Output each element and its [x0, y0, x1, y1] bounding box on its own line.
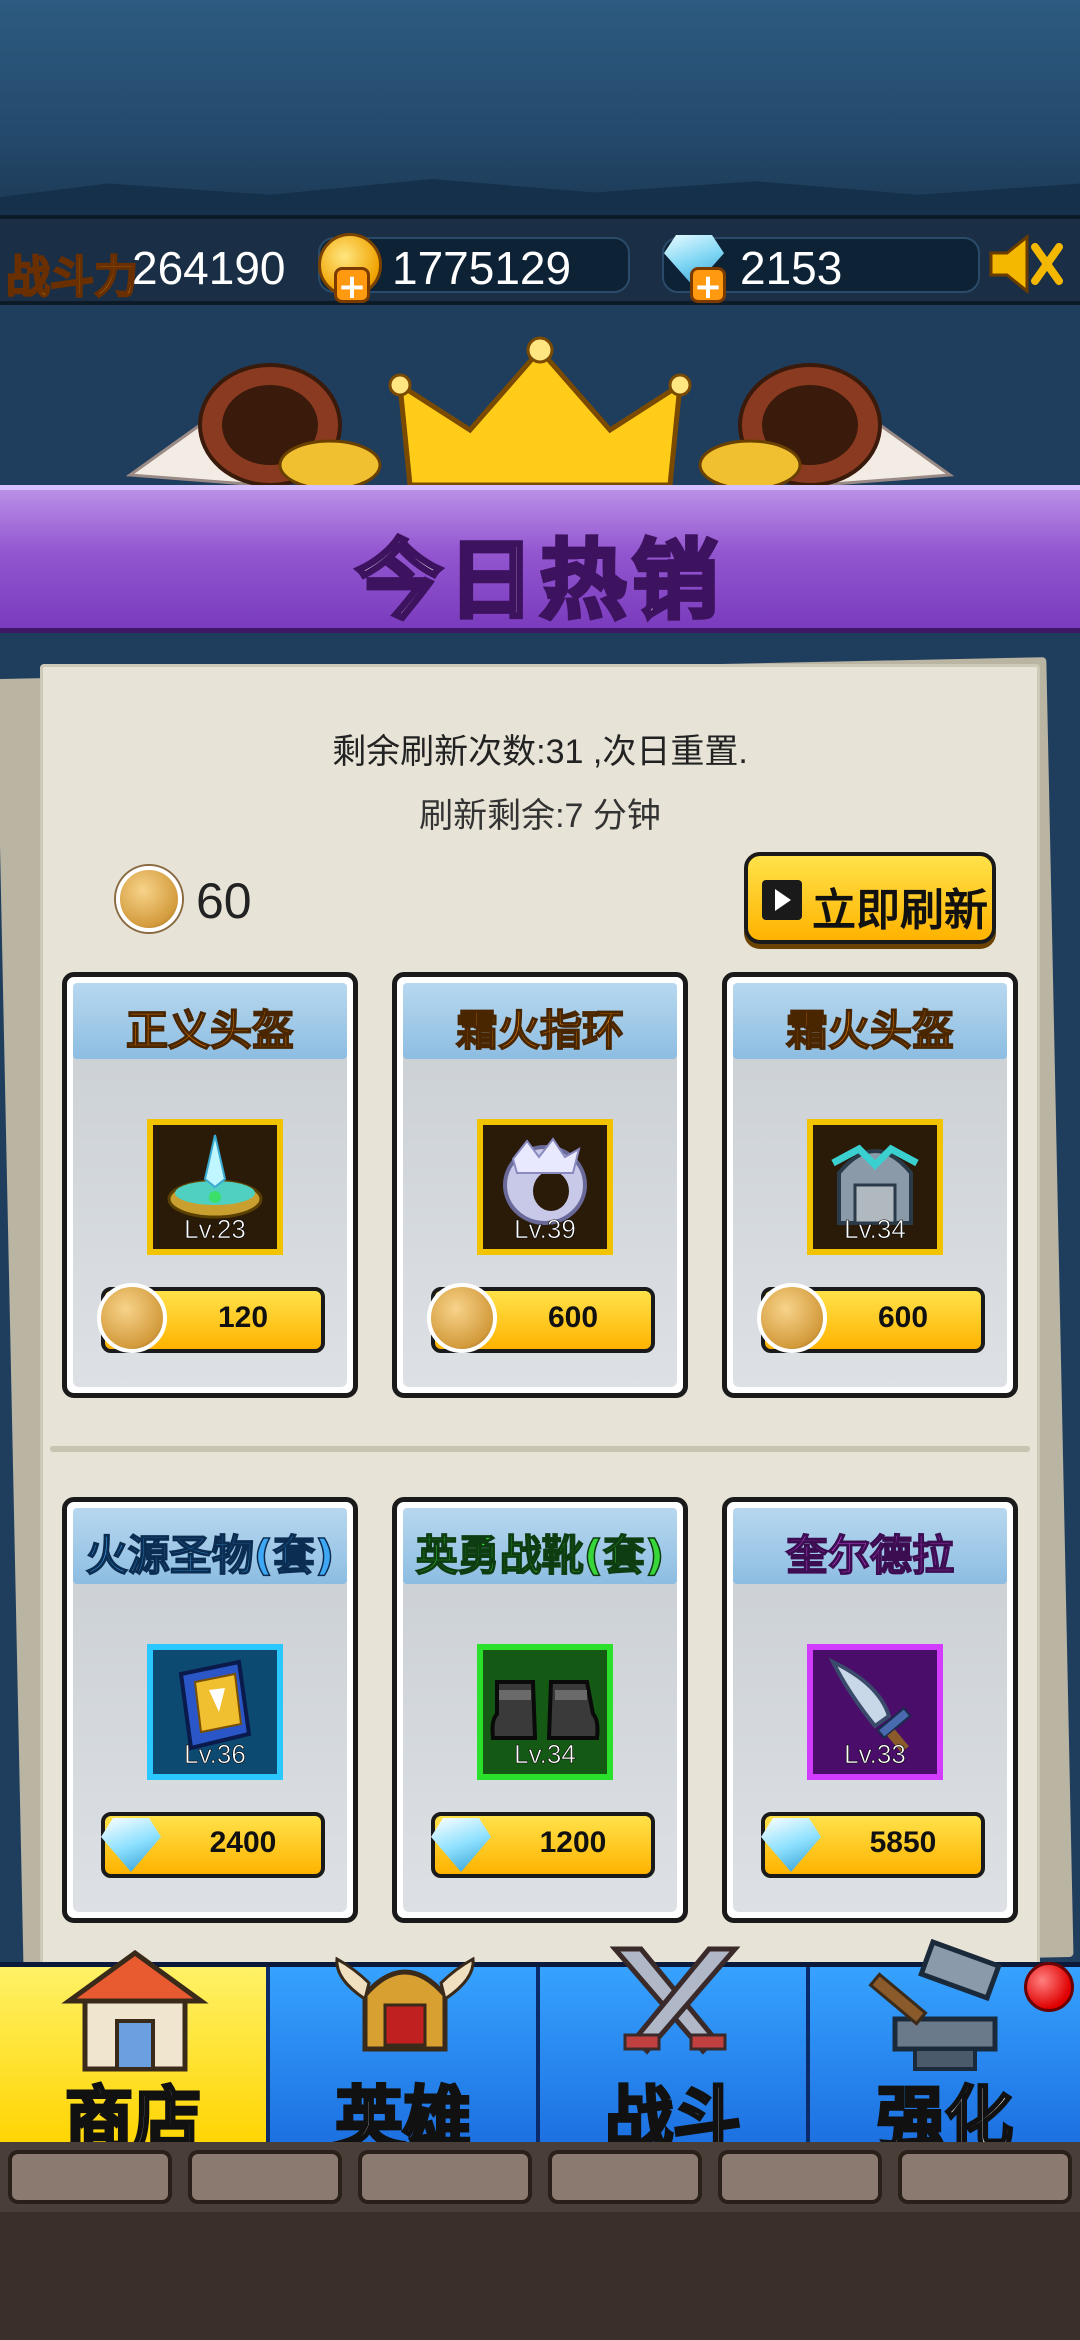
combat-power-label: 战斗力: [5, 251, 139, 304]
shop-item-card[interactable]: 正义头盔 Lv.23 120: [62, 972, 358, 1398]
shop-token-count: 60: [196, 873, 252, 929]
backdrop-ridge: [0, 179, 1080, 215]
stone-wall-decoration: [0, 2142, 1080, 2212]
bottom-nav: 商店 英雄 战斗 强化: [0, 1939, 1080, 2161]
item-price: 1200: [539, 1826, 607, 1859]
gold-value: 1775129: [392, 242, 572, 294]
shop-item-card[interactable]: 霜火头盔 Lv.34 600: [722, 972, 1018, 1398]
item-price: 120: [217, 1301, 269, 1334]
shop-item-card[interactable]: 霜火指环 Lv.39 600: [392, 972, 688, 1398]
todays-hot-sale-banner: 今日热销: [0, 485, 1080, 633]
item-name: 霜火头盔: [785, 1005, 955, 1056]
item-level: Lv.39: [514, 1214, 576, 1245]
shop-house-icon: [61, 1949, 209, 2072]
shop-item-card[interactable]: 奎尔德拉 Lv.33 5850: [722, 1497, 1018, 1923]
card-header: 正义头盔: [73, 983, 347, 1059]
resource-bar: 战斗力 264190 + 1775129 + 2153: [0, 215, 1080, 305]
shop-token-icon: [116, 866, 182, 932]
item-level: Lv.36: [184, 1739, 246, 1770]
item-level: Lv.34: [514, 1739, 576, 1770]
refresh-timer: 刷新剩余:7 分钟: [419, 797, 661, 835]
item-price: 600: [547, 1301, 599, 1334]
item-name: 奎尔德拉: [785, 1530, 955, 1581]
hammer-anvil-icon: [868, 1939, 1002, 2071]
gem-value: 2153: [740, 242, 843, 294]
top-backdrop: [0, 0, 1080, 215]
add-gem-plus-icon[interactable]: +: [690, 267, 726, 304]
item-level: Lv.33: [844, 1739, 906, 1770]
item-level: Lv.23: [184, 1214, 246, 1245]
crossed-swords-icon: [609, 1946, 741, 2055]
crown-horns-decoration: [125, 336, 955, 485]
item-frame: Lv.34: [807, 1119, 943, 1255]
item-frame: Lv.39: [477, 1119, 613, 1255]
card-header: 英勇战靴(套): [403, 1508, 677, 1584]
item-frame: Lv.33: [807, 1644, 943, 1780]
item-name: 火源圣物(套): [85, 1530, 335, 1581]
video-play-icon: [762, 880, 802, 920]
refresh-now-button[interactable]: 立即刷新: [744, 852, 996, 944]
row-divider: [50, 1446, 1030, 1452]
refresh-count-info: 剩余刷新次数:31 ,次日重置.: [332, 733, 748, 771]
combat-power-value: 264190: [132, 242, 286, 294]
tab-battle[interactable]: 战斗: [540, 1946, 810, 2161]
item-price: 600: [877, 1301, 929, 1334]
item-price: 2400: [209, 1826, 277, 1859]
item-frame: Lv.34: [477, 1644, 613, 1780]
add-gold-plus-icon[interactable]: +: [334, 267, 370, 304]
item-frame: Lv.23: [147, 1119, 283, 1255]
sound-muted-icon[interactable]: [985, 229, 1065, 299]
winged-helmet-icon: [335, 1956, 475, 2052]
refresh-now-label: 立即刷新: [812, 885, 988, 936]
shop-item-card[interactable]: 火源圣物(套) Lv.36 2400: [62, 1497, 358, 1923]
banner-title: 今日热销: [354, 529, 724, 633]
card-header: 霜火指环: [403, 983, 677, 1059]
item-frame: Lv.36: [147, 1644, 283, 1780]
shop-item-card[interactable]: 英勇战靴(套) Lv.34 1200: [392, 1497, 688, 1923]
tab-shop[interactable]: 商店: [0, 1949, 270, 2161]
card-header: 霜火头盔: [733, 983, 1007, 1059]
item-name: 正义头盔: [125, 1005, 295, 1056]
item-level: Lv.34: [844, 1214, 906, 1245]
card-header: 火源圣物(套): [73, 1508, 347, 1584]
notification-dot: [1024, 1962, 1074, 2012]
item-name: 英勇战靴(套): [415, 1530, 665, 1581]
item-price: 5850: [869, 1826, 937, 1859]
card-header: 奎尔德拉: [733, 1508, 1007, 1584]
tab-heroes[interactable]: 英雄: [270, 1956, 540, 2161]
item-name: 霜火指环: [455, 1005, 625, 1056]
